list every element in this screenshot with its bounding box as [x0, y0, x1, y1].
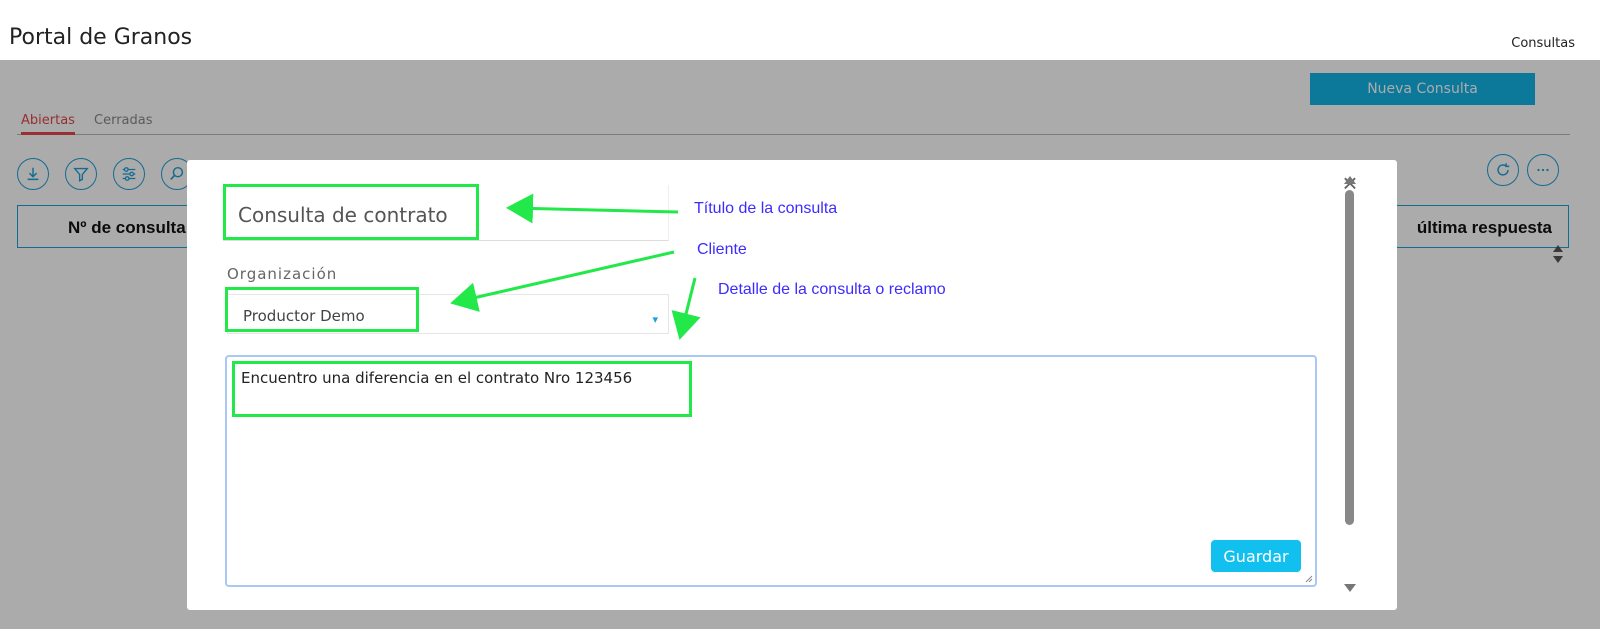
organization-label: Organización: [227, 265, 338, 283]
note-title: Título de la consulta: [694, 200, 838, 217]
new-query-modal: × Consulta de contrato Organización Prod…: [187, 160, 1397, 610]
save-button[interactable]: Guardar: [1211, 540, 1301, 572]
scrollbar-thumb[interactable]: [1345, 190, 1354, 525]
note-client: Cliente: [697, 241, 747, 258]
detail-text: Encuentro una diferencia en el contrato …: [241, 369, 633, 387]
scroll-down-arrow-icon[interactable]: [1344, 584, 1356, 592]
organization-value: Productor Demo: [243, 307, 365, 325]
resize-handle-icon[interactable]: [1303, 573, 1313, 583]
nav-link-consultas[interactable]: Consultas: [1511, 36, 1575, 51]
top-bar: Portal de Granos Consultas: [0, 0, 1600, 60]
app-title: Portal de Granos: [9, 25, 193, 50]
detail-textarea[interactable]: Encuentro una diferencia en el contrato …: [225, 355, 1317, 587]
note-detail: Detalle de la consulta o reclamo: [718, 281, 946, 298]
scroll-up-arrow-icon[interactable]: [1344, 176, 1356, 184]
query-title-input[interactable]: Consulta de contrato: [223, 185, 669, 241]
organization-select[interactable]: Productor Demo ▾: [227, 294, 669, 334]
chevron-down-icon[interactable]: ▾: [652, 313, 658, 326]
